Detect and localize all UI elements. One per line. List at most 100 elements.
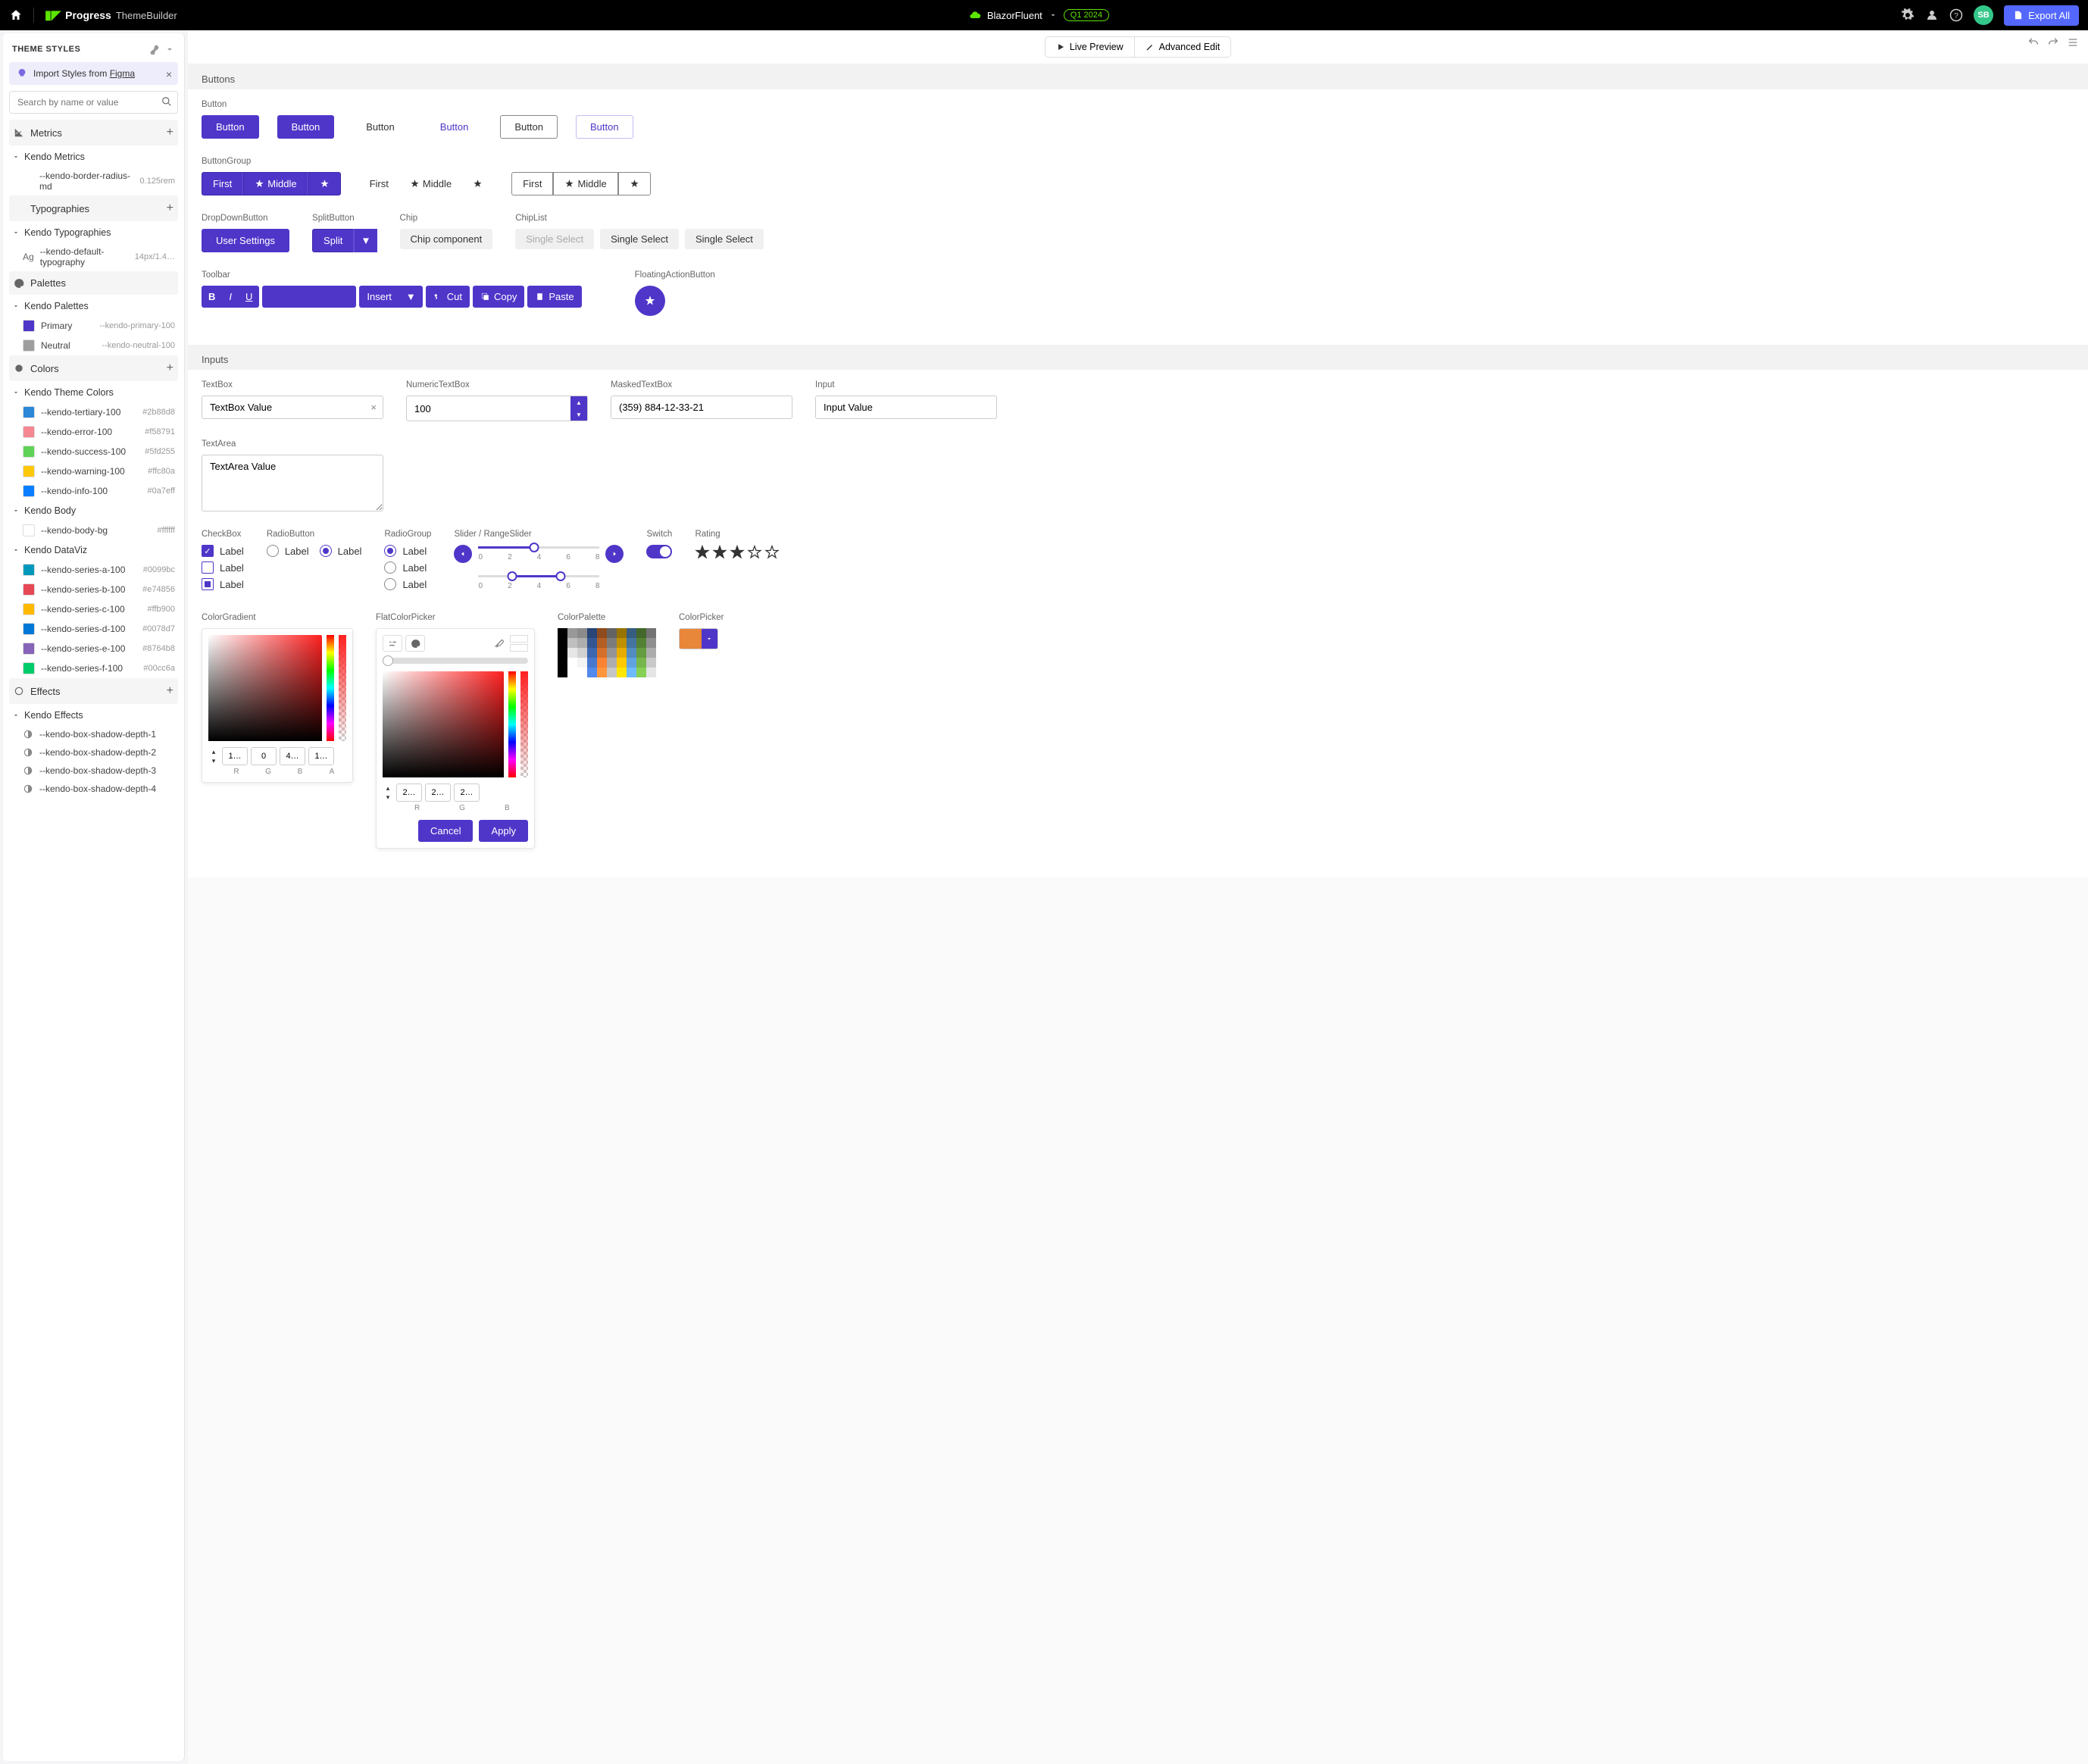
checkbox-indeterminate[interactable]: Label [202, 578, 244, 590]
search-icon[interactable] [161, 96, 172, 107]
palette-cell[interactable] [567, 628, 577, 638]
slider-increase[interactable] [605, 545, 624, 563]
palette-cell[interactable] [607, 628, 617, 638]
palette-cell[interactable] [627, 668, 636, 677]
fab-button[interactable] [635, 286, 665, 316]
color-item[interactable]: --kendo-series-b-100#e74856 [9, 580, 178, 599]
textarea[interactable] [202, 455, 383, 511]
bg-middle[interactable]: Middle [399, 172, 462, 195]
slider[interactable]: 02468 [454, 545, 624, 563]
category-palettes[interactable]: Palettes [9, 271, 178, 295]
figma-import-banner[interactable]: Import Styles from Figma × [9, 62, 178, 85]
palette-cell[interactable] [577, 638, 587, 648]
palette-cell[interactable] [558, 638, 567, 648]
metric-item[interactable]: --kendo-border-radius-md 0.125rem [9, 167, 178, 195]
home-icon[interactable] [9, 8, 23, 22]
cut-button[interactable]: Cut [426, 286, 470, 308]
star-icon[interactable] [712, 545, 727, 560]
insert-button[interactable]: Insert [359, 286, 399, 308]
palette-tab[interactable] [405, 635, 425, 652]
palette-cell[interactable] [558, 648, 567, 658]
bg-star[interactable] [462, 172, 493, 195]
align-left-button[interactable] [262, 286, 286, 308]
palette-cell[interactable] [627, 638, 636, 648]
advanced-edit-button[interactable]: Advanced Edit [1135, 37, 1231, 57]
paste-button[interactable]: Paste [527, 286, 581, 308]
star-icon[interactable] [695, 545, 710, 560]
chevron-down-icon[interactable] [164, 44, 175, 55]
typography-item[interactable]: --kendo-default-typography 14px/1.4… [9, 242, 178, 271]
palette-cell[interactable] [558, 628, 567, 638]
palette-cell[interactable] [587, 658, 597, 668]
star-icon[interactable] [764, 545, 780, 560]
group-dataviz[interactable]: Kendo DataViz [9, 540, 178, 560]
copy-button[interactable]: Copy [473, 286, 524, 308]
palette-cell[interactable] [577, 628, 587, 638]
align-center-button[interactable] [286, 286, 309, 308]
palette-cell[interactable] [646, 628, 656, 638]
range-slider[interactable]: 02468 [454, 575, 624, 590]
palette-cell[interactable] [636, 628, 646, 638]
palette-cell[interactable] [627, 628, 636, 638]
palette-cell[interactable] [646, 648, 656, 658]
palette-cell[interactable] [558, 668, 567, 677]
group-kendo-typographies[interactable]: Kendo Typographies [9, 223, 178, 242]
color-item[interactable]: --kendo-series-e-100#8764b8 [9, 639, 178, 658]
align-justify-button[interactable] [333, 286, 356, 308]
star-icon[interactable] [730, 545, 745, 560]
radio-off[interactable]: Label [267, 545, 309, 557]
checkbox-unchecked[interactable]: Label [202, 561, 244, 574]
palette-cell[interactable] [617, 668, 627, 677]
spin-down[interactable]: ▼ [570, 408, 587, 421]
gear-icon[interactable] [1901, 8, 1915, 22]
palette-cell[interactable] [597, 658, 607, 668]
group-kendo-metrics[interactable]: Kendo Metrics [9, 147, 178, 167]
color-item[interactable]: --kendo-series-a-100#0099bc [9, 560, 178, 580]
palette-cell[interactable] [646, 658, 656, 668]
bg-middle[interactable]: Middle [243, 172, 308, 195]
project-name[interactable]: BlazorFluent [987, 10, 1042, 21]
palette-cell[interactable] [567, 658, 577, 668]
palette-cell[interactable] [627, 658, 636, 668]
split-dropdown[interactable]: ▼ [354, 229, 377, 252]
alpha-slider[interactable] [520, 671, 528, 777]
button-primary-2[interactable]: Button [277, 115, 335, 139]
button-flat[interactable]: Button [352, 115, 408, 139]
redo-icon[interactable] [2047, 36, 2059, 48]
button-link[interactable]: Button [427, 115, 483, 139]
palette-cell[interactable] [636, 638, 646, 648]
button-outline[interactable]: Button [500, 115, 558, 139]
palette-cell[interactable] [587, 628, 597, 638]
slider-decrease[interactable] [454, 545, 472, 563]
radiogroup-2[interactable]: Label [384, 561, 431, 574]
effect-item[interactable]: --kendo-box-shadow-depth-1 [9, 725, 178, 743]
bg-first[interactable]: First [202, 172, 243, 195]
palette-cell[interactable] [597, 638, 607, 648]
dropdown-toggle[interactable] [702, 629, 717, 649]
category-metrics[interactable]: Metrics + [9, 120, 178, 145]
r-input[interactable] [222, 747, 248, 765]
palette-item-primary[interactable]: Primary --kendo-primary-100 [9, 316, 178, 336]
export-all-button[interactable]: Export All [2004, 5, 2079, 26]
color-picker[interactable] [679, 628, 718, 649]
italic-button[interactable]: I [222, 286, 239, 308]
palette-cell[interactable] [607, 638, 617, 648]
palette-cell[interactable] [558, 658, 567, 668]
add-icon[interactable]: + [167, 202, 173, 215]
group-kendo-body[interactable]: Kendo Body [9, 501, 178, 521]
flat-color-picker[interactable]: RGB Cancel Apply [376, 628, 535, 849]
radiogroup-1[interactable]: Label [384, 545, 431, 557]
palette-cell[interactable] [636, 668, 646, 677]
insert-dropdown[interactable]: ▼ [399, 286, 423, 308]
palette-cell[interactable] [646, 668, 656, 677]
chip-item[interactable]: Single Select [600, 229, 679, 249]
color-palette[interactable] [558, 628, 656, 677]
radiogroup-3[interactable]: Label [384, 578, 431, 590]
color-item[interactable]: --kendo-warning-100#ffc80a [9, 461, 178, 481]
alpha-slider[interactable] [339, 635, 346, 741]
palette-cell[interactable] [597, 668, 607, 677]
button-primary[interactable]: Button [202, 115, 259, 139]
palette-cell[interactable] [577, 648, 587, 658]
masked-input[interactable] [611, 396, 792, 418]
rating[interactable] [695, 545, 780, 560]
